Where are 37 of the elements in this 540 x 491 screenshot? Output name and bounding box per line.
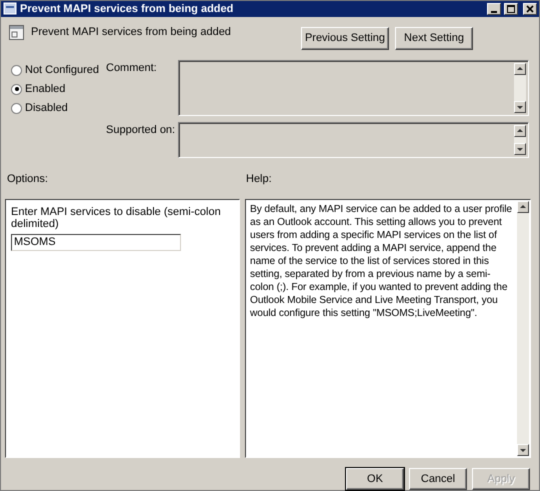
window-title: Prevent MAPI services from being added — [20, 2, 234, 15]
help-label: Help: — [246, 173, 272, 188]
scrollbar[interactable] — [517, 200, 529, 456]
option-prompt: Enter MAPI services to disable (semi-colon delimited) — [11, 206, 222, 230]
previous-setting-button[interactable]: Previous Setting — [301, 26, 389, 50]
options-label: Options: — [7, 173, 49, 188]
policy-icon — [3, 2, 17, 16]
scrollbar[interactable] — [514, 63, 526, 114]
radio-button[interactable] — [11, 84, 22, 95]
close-button[interactable] — [523, 2, 537, 15]
radio-label[interactable]: Disabled — [25, 102, 68, 114]
scroll-up-icon[interactable] — [514, 63, 526, 76]
scrollbar[interactable] — [514, 125, 526, 156]
scroll-down-icon[interactable] — [514, 101, 526, 114]
minimize-button[interactable] — [487, 2, 501, 15]
radio-button[interactable] — [11, 102, 22, 114]
setting-icon — [9, 24, 24, 40]
input-field[interactable]: MSOMS — [11, 234, 181, 251]
supported-on-label: Supported on: — [106, 123, 176, 138]
scroll-up-icon[interactable] — [517, 200, 529, 213]
radio-label[interactable]: Not Configured — [25, 64, 99, 76]
minimize-icon — [491, 10, 497, 13]
help-text: By default, any MAPI service can be added to a user profile as an Outlook account. This setting allows you to prevent users from adding a specific MAPI services on the list of services. To prevent adding a MAPI service, append the name of the service to the list of services stored in this setting, separated by from a previous name by a semi-colon (;). For example, if you wanted to prevent adding the Outlook Mobile Service and Live Meeting Transport, you would configure this setting "MSOMS;LiveMeeting". — [249, 202, 513, 321]
scroll-down-icon[interactable] — [517, 444, 529, 456]
radio-label[interactable]: Enabled — [25, 83, 66, 96]
maximize-button[interactable] — [504, 2, 518, 15]
dialog-button[interactable]: OK — [346, 468, 404, 490]
next-setting-button[interactable]: Next Setting — [395, 26, 473, 50]
close-icon — [526, 4, 534, 13]
comment-field[interactable] — [178, 60, 529, 116]
setting-title: Prevent MAPI services from being added — [31, 26, 232, 38]
scroll-down-icon[interactable] — [514, 143, 526, 156]
maximize-icon — [507, 4, 515, 13]
radio-button[interactable] — [11, 64, 22, 76]
scroll-up-icon[interactable] — [514, 125, 526, 138]
comment-label: Comment: — [106, 61, 158, 76]
dialog-button[interactable]: Cancel — [409, 468, 467, 490]
